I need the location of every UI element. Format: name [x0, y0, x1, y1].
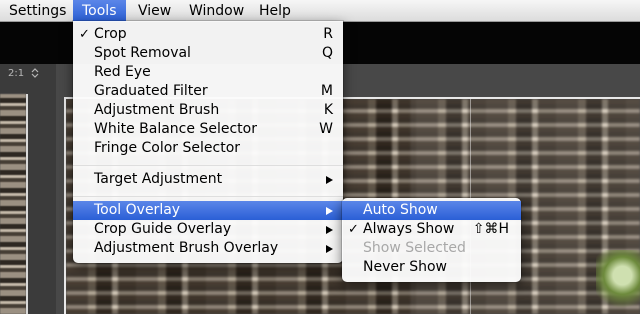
photo-detail [596, 250, 640, 314]
menu-window[interactable]: Window [180, 0, 253, 22]
submenu-item-always-show[interactable]: ✓ Always Show ⇧⌘H [342, 220, 521, 239]
menu-item-adjustment-brush[interactable]: Adjustment Brush K [73, 101, 343, 120]
submenu-item-never-show[interactable]: Never Show [342, 258, 521, 277]
menu-item-shortcut: Q [321, 45, 333, 61]
tool-overlay-submenu: Auto Show ✓ Always Show ⇧⌘H Show Selecte… [342, 198, 521, 282]
menu-item-crop-guide-overlay[interactable]: Crop Guide Overlay [73, 220, 343, 239]
submenu-item-auto-show[interactable]: Auto Show [342, 201, 521, 220]
menu-item-label: Fringe Color Selector [94, 140, 241, 156]
menu-item-label: Never Show [363, 259, 447, 275]
menu-item-spot-removal[interactable]: Spot Removal Q [73, 44, 343, 63]
menu-tools[interactable]: Tools [73, 0, 126, 22]
chevron-right-icon [326, 245, 333, 253]
menu-settings[interactable]: Settings [0, 0, 75, 22]
menu-item-shortcut: K [323, 102, 333, 118]
menu-item-label: Always Show [363, 221, 455, 237]
filmstrip-thumbnail[interactable] [0, 94, 26, 314]
menu-item-tool-overlay[interactable]: Tool Overlay [73, 201, 343, 220]
menu-item-graduated-filter[interactable]: Graduated Filter M [73, 82, 343, 101]
menu-item-red-eye[interactable]: Red Eye [73, 63, 343, 82]
menu-item-crop[interactable]: ✓ Crop R [73, 25, 343, 44]
chevron-right-icon [326, 207, 333, 215]
chevron-right-icon [326, 176, 333, 184]
menu-item-shortcut: M [320, 83, 333, 99]
menu-item-label: Adjustment Brush [94, 102, 220, 118]
menu-item-shortcut: W [319, 121, 333, 137]
thumbnail-border [26, 94, 28, 314]
menu-item-label: Crop Guide Overlay [94, 221, 232, 237]
stepper-icon[interactable] [30, 67, 40, 79]
submenu-item-show-selected: Show Selected [342, 239, 521, 258]
menu-item-label: Spot Removal [94, 45, 191, 61]
checkmark-icon: ✓ [79, 27, 90, 42]
menu-bar: Settings Tools View Window Help [0, 0, 640, 22]
menu-item-label: Target Adjustment [94, 171, 223, 187]
menu-item-target-adjustment[interactable]: Target Adjustment [73, 170, 343, 189]
menu-view[interactable]: View [129, 0, 180, 22]
menu-item-shortcut: R [323, 26, 333, 42]
menu-item-label: Auto Show [363, 202, 438, 218]
menu-help[interactable]: Help [250, 0, 300, 22]
menu-item-label: Tool Overlay [94, 202, 181, 218]
menu-item-label: Crop [94, 26, 127, 42]
menu-item-label: Graduated Filter [94, 83, 208, 99]
chevron-right-icon [326, 226, 333, 234]
zoom-level-label[interactable]: 2:1 [8, 68, 24, 79]
menu-item-fringe-color-selector[interactable]: Fringe Color Selector [73, 139, 343, 158]
menu-separator [73, 165, 343, 166]
menu-item-label: White Balance Selector [94, 121, 257, 137]
menu-item-label: Red Eye [94, 64, 151, 80]
menu-item-white-balance-selector[interactable]: White Balance Selector W [73, 120, 343, 139]
menu-item-shortcut: ⇧⌘H [472, 221, 509, 237]
tools-menu: ✓ Crop R Spot Removal Q Red Eye Graduate… [73, 21, 343, 263]
menu-item-adjustment-brush-overlay[interactable]: Adjustment Brush Overlay [73, 239, 343, 258]
menu-separator [73, 196, 343, 197]
menu-item-label: Show Selected [363, 240, 466, 256]
menu-item-label: Adjustment Brush Overlay [94, 240, 279, 256]
checkmark-icon: ✓ [348, 222, 359, 237]
